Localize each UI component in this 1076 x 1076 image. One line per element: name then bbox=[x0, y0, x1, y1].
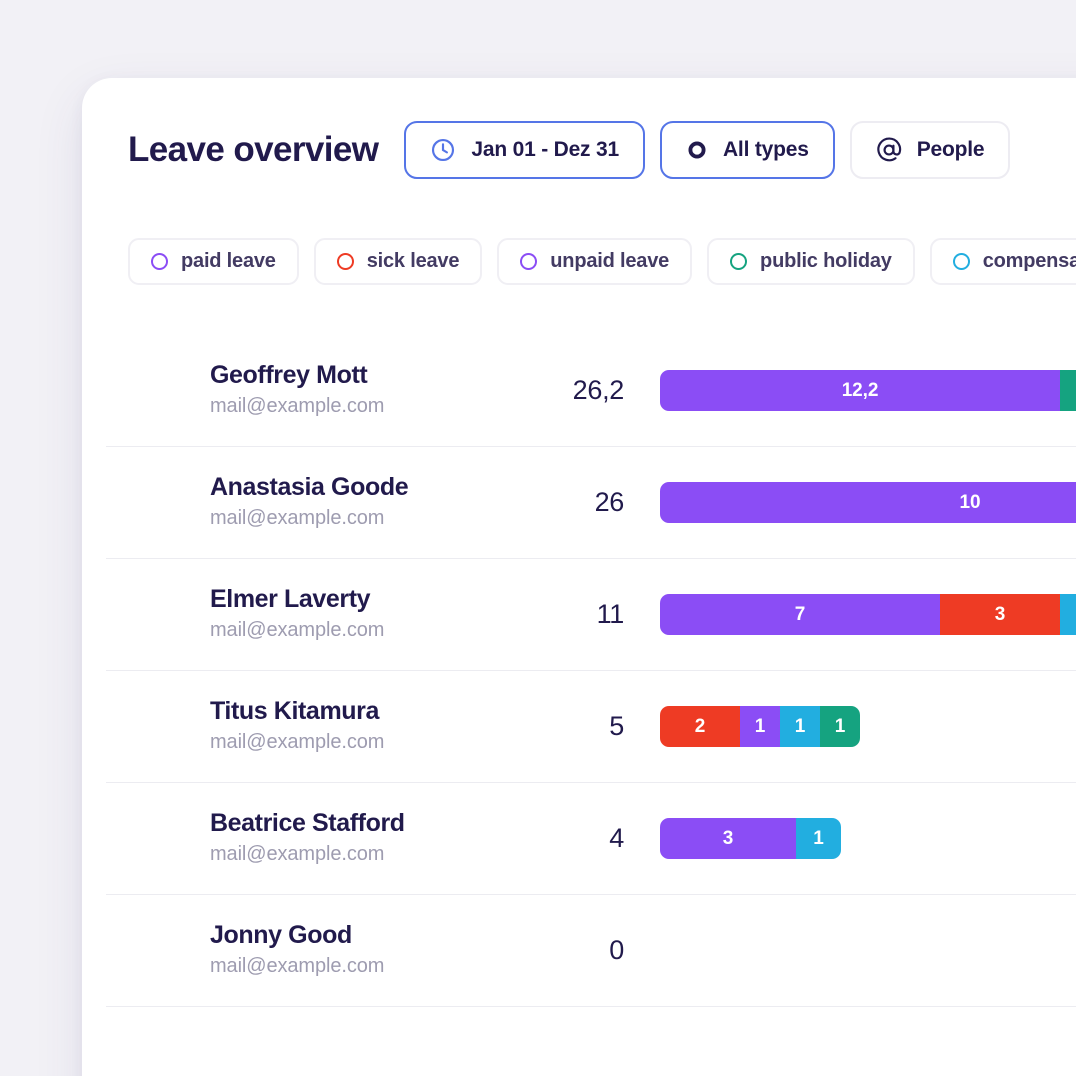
legend-label: paid leave bbox=[181, 250, 276, 273]
page-title: Leave overview bbox=[128, 130, 378, 170]
circle-icon bbox=[686, 139, 708, 161]
stacked-bar[interactable]: 731 bbox=[660, 594, 1076, 635]
person-name: Beatrice Stafford bbox=[210, 808, 532, 839]
legend-chip-paid-leave[interactable]: paid leave bbox=[128, 238, 299, 285]
filter-button-clock[interactable]: Jan 01 - Dez 31 bbox=[404, 121, 645, 179]
legend-chip-public-holiday[interactable]: public holiday bbox=[707, 238, 915, 285]
person-email: mail@example.com bbox=[210, 840, 532, 869]
clock-icon bbox=[430, 137, 456, 163]
person-cell: Beatrice Staffordmail@example.com bbox=[106, 808, 532, 868]
person-name: Titus Kitamura bbox=[210, 696, 532, 727]
bar-segment-compensatory-leave[interactable]: 1 bbox=[780, 706, 820, 747]
leave-overview-card: Leave overview Jan 01 - Dez 31 All types P… bbox=[82, 78, 1076, 1076]
app-root: Leave overview Jan 01 - Dez 31 All types P… bbox=[0, 0, 1076, 1076]
legend-circle-icon bbox=[151, 253, 168, 270]
person-email: mail@example.com bbox=[210, 616, 532, 645]
bar-cell: 12,2 bbox=[624, 370, 1076, 411]
bar-cell bbox=[624, 930, 1076, 971]
bar-segment-compensatory-leave[interactable]: 1 bbox=[796, 818, 841, 859]
filter-bar: Jan 01 - Dez 31 All types People bbox=[404, 121, 1010, 179]
table-row[interactable]: Jonny Goodmail@example.com0 bbox=[106, 895, 1076, 1007]
bar-segment-compensatory-leave[interactable]: 1 bbox=[1060, 594, 1076, 635]
legend-label: public holiday bbox=[760, 250, 892, 273]
person-name: Jonny Good bbox=[210, 920, 532, 951]
legend-circle-icon bbox=[730, 253, 747, 270]
legend-chip-sick-leave[interactable]: sick leave bbox=[314, 238, 483, 285]
person-cell: Anastasia Goodemail@example.com bbox=[106, 472, 532, 532]
legend-label: compensatory leave bbox=[983, 250, 1076, 273]
filter-label: All types bbox=[723, 138, 809, 162]
bar-segment-paid-leave[interactable]: 12,2 bbox=[660, 370, 1060, 411]
person-name: Elmer Laverty bbox=[210, 584, 532, 615]
legend-label: unpaid leave bbox=[550, 250, 669, 273]
card-header: Leave overview Jan 01 - Dez 31 All types P… bbox=[128, 108, 1076, 192]
filter-button-circle[interactable]: All types bbox=[660, 121, 835, 179]
legend-circle-icon bbox=[953, 253, 970, 270]
bar-segment-paid-leave[interactable]: 7 bbox=[660, 594, 940, 635]
person-email: mail@example.com bbox=[210, 728, 532, 757]
at-icon bbox=[876, 137, 902, 163]
filter-label: Jan 01 - Dez 31 bbox=[471, 138, 619, 162]
legend-chip-unpaid-leave[interactable]: unpaid leave bbox=[497, 238, 692, 285]
person-cell: Elmer Lavertymail@example.com bbox=[106, 584, 532, 644]
leave-rows: Geoffrey Mottmail@example.com26,212,2Ana… bbox=[106, 335, 1076, 1007]
bar-segment-paid-leave[interactable]: 1 bbox=[740, 706, 780, 747]
legend-circle-icon bbox=[337, 253, 354, 270]
table-row[interactable]: Anastasia Goodemail@example.com26 10 bbox=[106, 447, 1076, 559]
stacked-bar[interactable]: 2111 bbox=[660, 706, 860, 747]
table-row[interactable]: Geoffrey Mottmail@example.com26,2 12,2 bbox=[106, 335, 1076, 447]
table-row[interactable]: Titus Kitamuramail@example.com52111 bbox=[106, 671, 1076, 783]
total-days: 26,2 bbox=[532, 375, 624, 406]
person-email: mail@example.com bbox=[210, 392, 532, 421]
person-cell: Jonny Goodmail@example.com bbox=[106, 920, 532, 980]
bar-segment-sick-leave[interactable]: 2 bbox=[660, 706, 740, 747]
stacked-bar[interactable]: 10 bbox=[660, 482, 1076, 523]
legend-bar: paid leave sick leave unpaid leave public h… bbox=[128, 238, 1076, 285]
bar-cell: 10 bbox=[624, 482, 1076, 523]
bar-cell: 2111 bbox=[624, 706, 1076, 747]
table-row[interactable]: Beatrice Staffordmail@example.com4 31 bbox=[106, 783, 1076, 895]
total-days: 26 bbox=[532, 487, 624, 518]
legend-circle-icon bbox=[520, 253, 537, 270]
bar-segment-paid-leave[interactable]: 10 bbox=[660, 482, 1076, 523]
stacked-bar[interactable]: 31 bbox=[660, 818, 841, 859]
filter-label: People bbox=[917, 138, 985, 162]
filter-button-at[interactable]: People bbox=[850, 121, 1011, 179]
bar-segment-sick-leave[interactable]: 3 bbox=[940, 594, 1060, 635]
legend-label: sick leave bbox=[367, 250, 460, 273]
person-name: Anastasia Goode bbox=[210, 472, 532, 503]
person-cell: Geoffrey Mottmail@example.com bbox=[106, 360, 532, 420]
person-name: Geoffrey Mott bbox=[210, 360, 532, 391]
bar-cell: 731 bbox=[624, 594, 1076, 635]
person-email: mail@example.com bbox=[210, 504, 532, 533]
person-cell: Titus Kitamuramail@example.com bbox=[106, 696, 532, 756]
bar-cell: 31 bbox=[624, 818, 1076, 859]
table-row[interactable]: Elmer Lavertymail@example.com11 731 bbox=[106, 559, 1076, 671]
bar-segment-paid-leave[interactable]: 3 bbox=[660, 818, 796, 859]
bar-segment-public-holiday[interactable]: 1 bbox=[820, 706, 860, 747]
person-email: mail@example.com bbox=[210, 952, 532, 981]
legend-chip-compensatory-leave[interactable]: compensatory leave bbox=[930, 238, 1076, 285]
stacked-bar[interactable]: 12,2 bbox=[660, 370, 1076, 411]
total-days: 11 bbox=[532, 599, 624, 630]
bar-segment-public-holiday[interactable] bbox=[1060, 370, 1076, 411]
total-days: 4 bbox=[532, 823, 624, 854]
total-days: 0 bbox=[532, 935, 624, 966]
total-days: 5 bbox=[532, 711, 624, 742]
